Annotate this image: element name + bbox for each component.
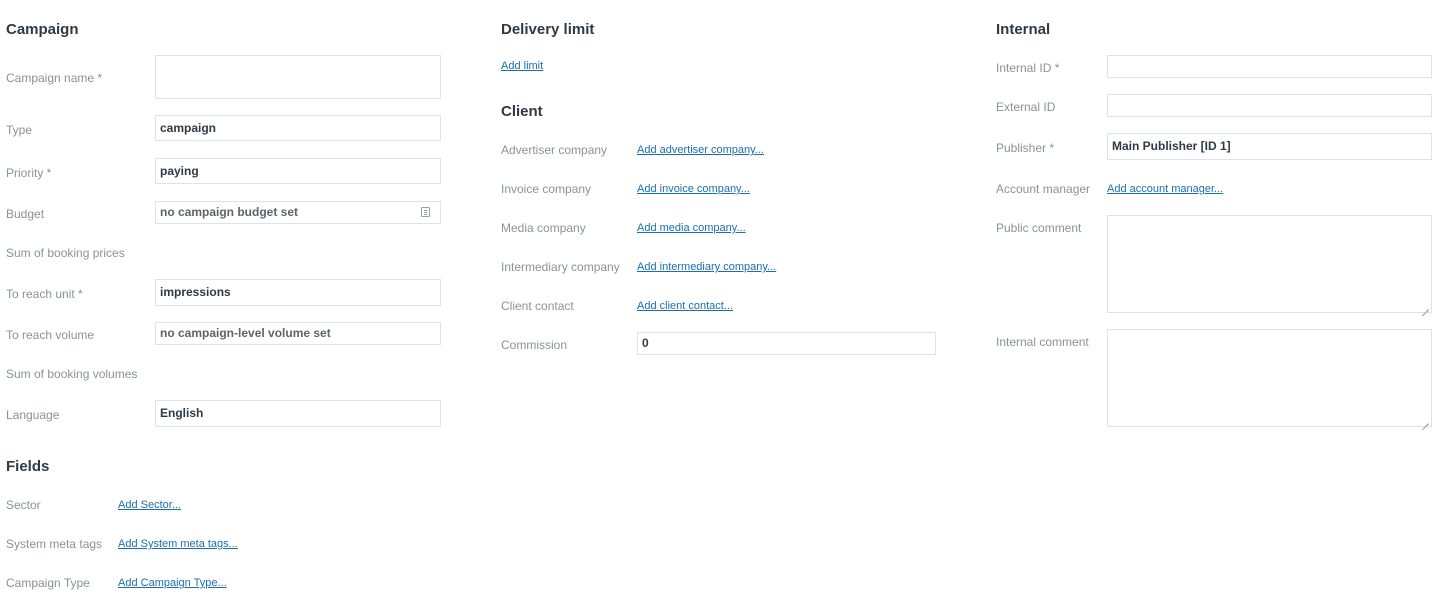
public-comment-label: Public comment bbox=[996, 221, 1082, 235]
resize-grip-icon[interactable] bbox=[1422, 303, 1429, 310]
campaign-name-input[interactable] bbox=[155, 55, 441, 99]
client-contact-label: Client contact bbox=[501, 299, 574, 313]
invoice-company-label: Invoice company bbox=[501, 182, 592, 196]
sum-booking-volumes-label: Sum of booking volumes bbox=[6, 367, 138, 381]
internal-comment-textarea[interactable] bbox=[1107, 329, 1432, 427]
advertiser-company-label: Advertiser company bbox=[501, 143, 608, 157]
add-limit-link[interactable]: Add limit bbox=[501, 58, 543, 74]
public-comment-textarea[interactable] bbox=[1107, 215, 1432, 313]
commission-input[interactable]: 0 bbox=[637, 332, 936, 355]
reach-volume-input[interactable]: no campaign-level volume set bbox=[155, 322, 441, 345]
publisher-select[interactable]: Main Publisher [ID 1] bbox=[1107, 133, 1432, 160]
add-invoice-company-link[interactable]: Add invoice company... bbox=[637, 181, 750, 197]
campaign-type-label: Campaign Type bbox=[6, 576, 90, 590]
reach-unit-label: To reach unit * bbox=[6, 287, 83, 301]
budget-value: no campaign budget set bbox=[160, 205, 299, 219]
system-meta-tags-label: System meta tags bbox=[6, 537, 103, 551]
add-campaign-type-link[interactable]: Add Campaign Type... bbox=[118, 575, 227, 591]
add-media-company-link[interactable]: Add media company... bbox=[637, 220, 746, 236]
resize-grip-icon[interactable] bbox=[1422, 417, 1429, 424]
media-company-label: Media company bbox=[501, 221, 586, 235]
priority-label: Priority * bbox=[6, 166, 52, 180]
commission-label: Commission bbox=[501, 338, 568, 352]
type-select[interactable]: campaign bbox=[155, 115, 441, 141]
type-label: Type bbox=[6, 123, 33, 137]
internal-comment-label: Internal comment bbox=[996, 335, 1089, 349]
delivery-limit-title: Delivery limit bbox=[501, 21, 595, 38]
account-manager-label: Account manager bbox=[996, 182, 1091, 196]
internal-section-title: Internal bbox=[996, 21, 1051, 38]
language-select[interactable]: English bbox=[155, 400, 441, 427]
add-account-manager-link[interactable]: Add account manager... bbox=[1107, 181, 1223, 197]
reach-volume-label: To reach volume bbox=[6, 328, 95, 342]
intermediary-company-label: Intermediary company bbox=[501, 260, 620, 274]
add-advertiser-company-link[interactable]: Add advertiser company... bbox=[637, 142, 764, 158]
add-client-contact-link[interactable]: Add client contact... bbox=[637, 298, 733, 314]
language-label: Language bbox=[6, 408, 60, 422]
budget-field[interactable]: no campaign budget set bbox=[155, 201, 441, 224]
external-id-input[interactable] bbox=[1107, 94, 1432, 117]
calendar-icon[interactable] bbox=[421, 207, 430, 217]
fields-section-title: Fields bbox=[6, 458, 50, 475]
publisher-label: Publisher * bbox=[996, 141, 1055, 155]
sum-booking-prices-label: Sum of booking prices bbox=[6, 246, 125, 260]
internal-id-label: Internal ID * bbox=[996, 61, 1060, 75]
client-section-title: Client bbox=[501, 103, 543, 120]
budget-label: Budget bbox=[6, 207, 45, 221]
add-sector-link[interactable]: Add Sector... bbox=[118, 497, 181, 513]
campaign-name-label: Campaign name * bbox=[6, 71, 103, 85]
add-system-meta-tags-link[interactable]: Add System meta tags... bbox=[118, 536, 238, 552]
add-intermediary-company-link[interactable]: Add intermediary company... bbox=[637, 259, 776, 275]
campaign-section-title: Campaign bbox=[6, 21, 79, 38]
external-id-label: External ID bbox=[996, 100, 1056, 114]
priority-select[interactable]: paying bbox=[155, 158, 441, 184]
reach-unit-select[interactable]: impressions bbox=[155, 279, 441, 306]
internal-id-input[interactable] bbox=[1107, 55, 1432, 78]
sector-label: Sector bbox=[6, 498, 41, 512]
